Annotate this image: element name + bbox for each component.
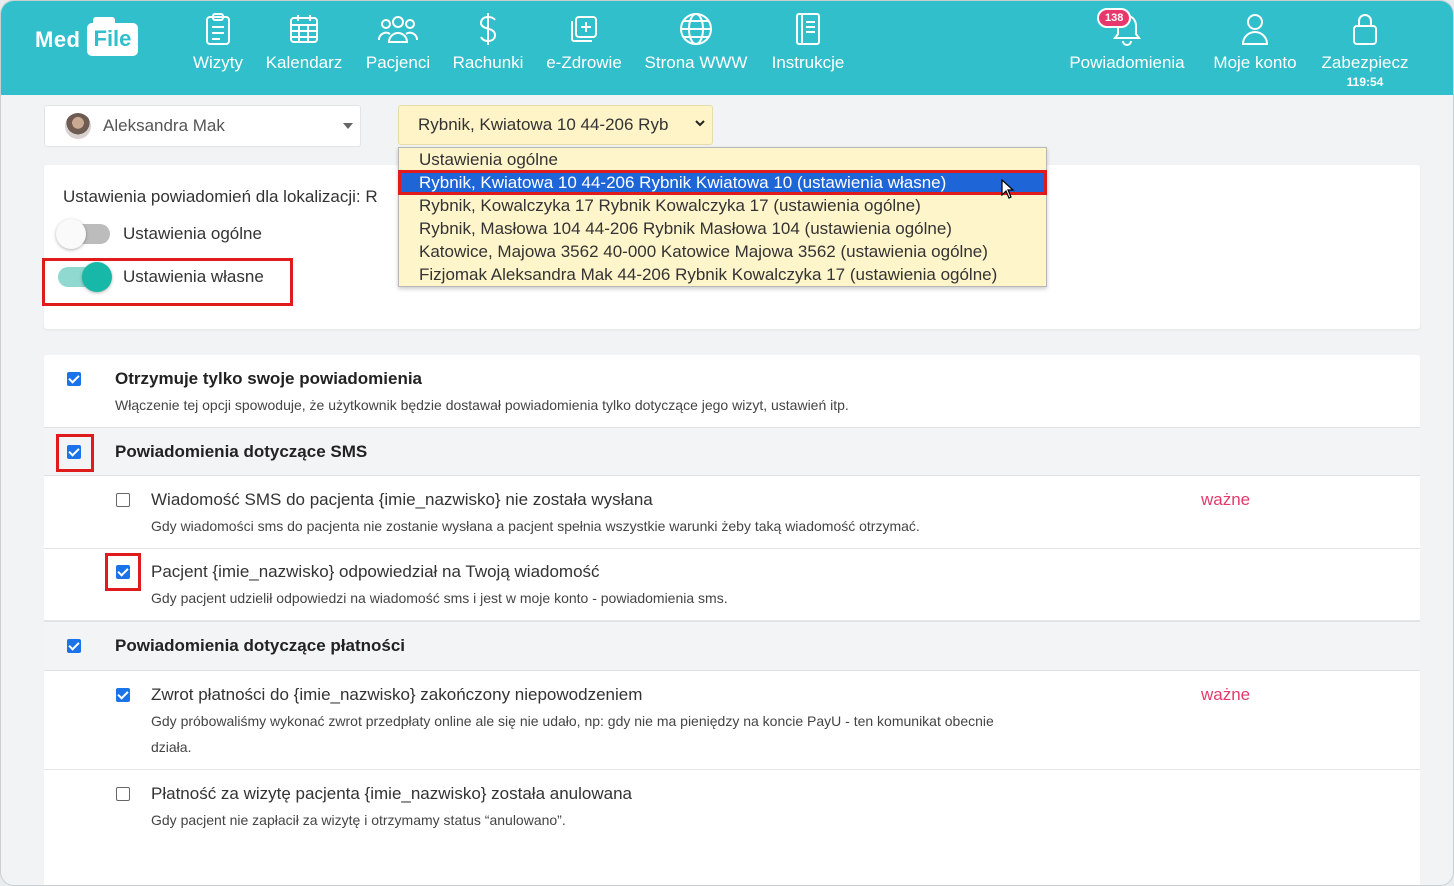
nav-zabezpiecz-label: Zabezpiecz bbox=[1321, 53, 1409, 72]
medfile-logo[interactable]: Med File bbox=[35, 17, 139, 56]
payment-cancelled-desc: Gdy pacjent nie zapłacił za wizytę i otr… bbox=[151, 812, 566, 828]
important-label: ważne bbox=[1201, 685, 1251, 704]
nav-instrukcje-label: Instrukcje bbox=[771, 53, 845, 72]
sms-group-title: Powiadomienia dotyczące SMS bbox=[115, 442, 368, 461]
nav-rachunki-label: Rachunki bbox=[452, 53, 524, 72]
nav-e-zdrowie-label: e-Zdrowie bbox=[546, 53, 622, 72]
group-row-payments: Powiadomienia dotyczące płatności bbox=[44, 621, 1420, 671]
refund-failed-desc: Gdy próbowaliśmy wykonać zwrot przedpłat… bbox=[151, 713, 994, 755]
notification-settings-card: Otrzymuje tylko swoje powiadomienia Włąc… bbox=[44, 355, 1420, 885]
book-icon bbox=[768, 9, 848, 49]
nav-powiadomienia-label: Powiadomienia bbox=[1069, 53, 1185, 72]
highlight-box bbox=[42, 258, 293, 306]
mouse-cursor-icon bbox=[1001, 178, 1015, 204]
calendar-icon bbox=[263, 9, 345, 49]
nav-zabezpiecz[interactable]: Zabezpiecz 119:54 bbox=[1318, 9, 1412, 89]
chevron-down-icon bbox=[694, 116, 706, 134]
payment-group-title: Powiadomienia dotyczące płatności bbox=[115, 636, 406, 655]
globe-icon bbox=[643, 9, 749, 49]
sms-not-sent-checkbox[interactable] bbox=[116, 493, 130, 507]
toggle-row-general[interactable]: Ustawienia ogólne bbox=[56, 219, 262, 249]
clipboard-icon bbox=[191, 9, 245, 49]
nav-powiadomienia[interactable]: 138 Powiadomienia bbox=[1064, 8, 1190, 73]
payment-cancelled-title: Płatność za wizytę pacjenta {imie_nazwis… bbox=[151, 784, 632, 803]
location-option-selected[interactable]: Rybnik, Kwiatowa 10 44-206 Rybnik Kwiato… bbox=[398, 170, 1047, 195]
highlight-box bbox=[105, 553, 141, 591]
location-option[interactable]: Rybnik, Masłowa 104 44-206 Rybnik Masłow… bbox=[399, 217, 1046, 240]
setting-row-payment-cancelled: Płatność za wizytę pacjenta {imie_nazwis… bbox=[44, 770, 1420, 842]
general-settings-label: Ustawienia ogólne bbox=[123, 224, 262, 243]
logo-file-text: File bbox=[86, 17, 139, 56]
refund-failed-title: Zwrot płatności do {imie_nazwisko} zakoń… bbox=[151, 685, 643, 704]
nav-kalendarz-label: Kalendarz bbox=[265, 53, 343, 72]
user-select-value: Aleksandra Mak bbox=[103, 116, 225, 135]
sms-not-sent-title: Wiadomość SMS do pacjenta {imie_nazwisko… bbox=[151, 490, 653, 509]
nav-wizyty-label: Wizyty bbox=[192, 53, 244, 72]
nav-pacjenci-label: Pacjenci bbox=[365, 53, 431, 72]
user-icon bbox=[1209, 9, 1301, 49]
own-only-desc: Włączenie tej opcji spowoduje, że użytko… bbox=[115, 397, 849, 413]
location-option[interactable]: Fizjomak Aleksandra Mak 44-206 Rybnik Ko… bbox=[399, 263, 1046, 286]
setting-row-refund-failed: Zwrot płatności do {imie_nazwisko} zakoń… bbox=[44, 671, 1420, 770]
location-settings-label: Ustawienia powiadomień dla lokalizacji: … bbox=[63, 187, 378, 206]
location-dropdown-list: Ustawienia ogólne Rybnik, Kwiatowa 10 44… bbox=[398, 147, 1047, 287]
patient-replied-desc: Gdy pacjent udzielił odpowiedzi na wiado… bbox=[151, 590, 728, 606]
dollar-icon bbox=[451, 9, 525, 49]
setting-row-patient-replied: Pacjent {imie_nazwisko} odpowiedział na … bbox=[44, 549, 1420, 621]
logo-med-text: Med bbox=[35, 26, 81, 52]
location-select[interactable]: Rybnik, Kwiatowa 10 44-206 Ryb bbox=[398, 105, 713, 145]
important-label: ważne bbox=[1201, 490, 1251, 509]
payment-cancelled-checkbox[interactable] bbox=[116, 787, 130, 801]
nav-strona-www[interactable]: Strona WWW bbox=[643, 9, 749, 73]
own-only-title: Otrzymuje tylko swoje powiadomienia bbox=[115, 369, 423, 388]
nav-e-zdrowie[interactable]: e-Zdrowie bbox=[544, 9, 624, 73]
notifications-badge: 138 bbox=[1097, 8, 1132, 28]
medical-cross-icon bbox=[544, 9, 624, 49]
location-select-value: Rybnik, Kwiatowa 10 44-206 Ryb bbox=[418, 115, 669, 134]
payment-group-checkbox[interactable] bbox=[67, 639, 81, 653]
nav-wizyty[interactable]: Wizyty bbox=[191, 9, 245, 73]
lock-icon bbox=[1318, 9, 1412, 49]
users-icon bbox=[363, 9, 433, 49]
location-option[interactable]: Ustawienia ogólne bbox=[399, 148, 1046, 171]
nav-moje-konto-label: Moje konto bbox=[1213, 53, 1297, 72]
general-settings-toggle[interactable] bbox=[56, 219, 110, 249]
patient-replied-title: Pacjent {imie_nazwisko} odpowiedział na … bbox=[151, 562, 600, 581]
top-navigation-bar: Med File Wizyty Kalendarz Pacjenci Rachu… bbox=[1, 1, 1453, 95]
session-timer: 119:54 bbox=[1346, 75, 1384, 89]
nav-kalendarz[interactable]: Kalendarz bbox=[263, 9, 345, 73]
user-select[interactable]: Aleksandra Mak bbox=[44, 105, 361, 147]
group-row-sms: Powiadomienia dotyczące SMS bbox=[44, 427, 1420, 476]
location-option[interactable]: Katowice, Majowa 3562 40-000 Katowice Ma… bbox=[399, 240, 1046, 263]
nav-rachunki[interactable]: Rachunki bbox=[451, 9, 525, 73]
setting-row-own-only: Otrzymuje tylko swoje powiadomienia Włąc… bbox=[44, 355, 1420, 428]
highlight-box bbox=[56, 434, 94, 472]
nav-pacjenci[interactable]: Pacjenci bbox=[363, 9, 433, 73]
nav-moje-konto[interactable]: Moje konto bbox=[1209, 9, 1301, 73]
setting-row-sms-not-sent: Wiadomość SMS do pacjenta {imie_nazwisko… bbox=[44, 476, 1420, 549]
nav-strona-www-label: Strona WWW bbox=[644, 53, 748, 72]
avatar bbox=[65, 113, 91, 139]
caret-down-icon bbox=[343, 123, 353, 129]
refund-failed-checkbox[interactable] bbox=[116, 688, 130, 702]
app-window: Med File Wizyty Kalendarz Pacjenci Rachu… bbox=[0, 0, 1454, 886]
sms-not-sent-desc: Gdy wiadomości sms do pacjenta nie zosta… bbox=[151, 518, 920, 534]
location-option[interactable]: Rybnik, Kowalczyka 17 Rybnik Kowalczyka … bbox=[399, 194, 1046, 217]
own-only-checkbox[interactable] bbox=[67, 372, 81, 386]
nav-instrukcje[interactable]: Instrukcje bbox=[768, 9, 848, 73]
toggle-knob bbox=[56, 219, 86, 249]
